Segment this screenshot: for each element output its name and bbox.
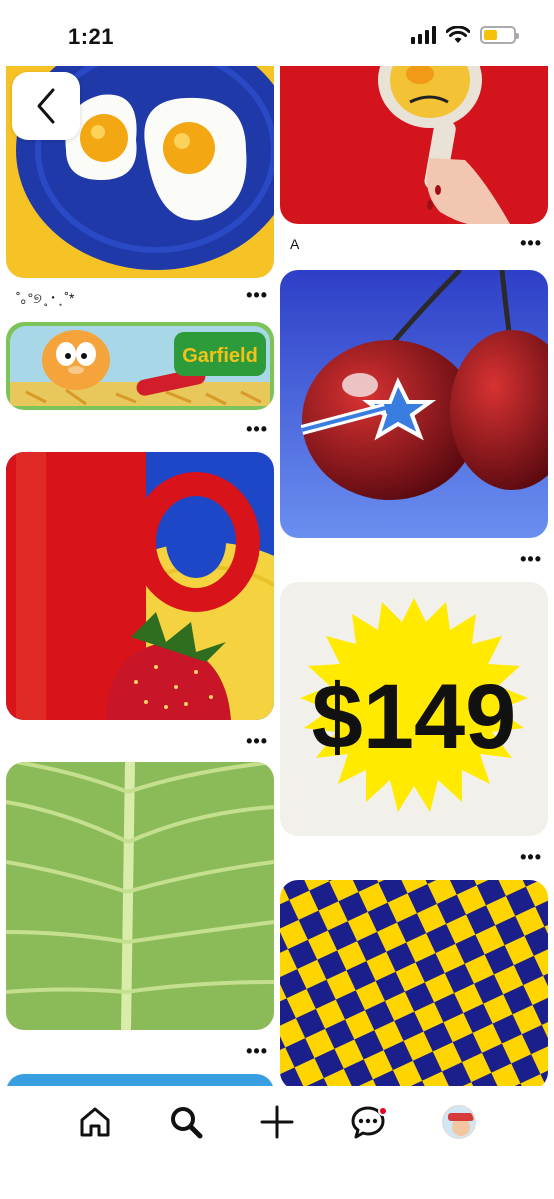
leaf-image bbox=[6, 762, 274, 1030]
garfield-logo-text: Garfield bbox=[182, 345, 258, 367]
status-time: 1:21 bbox=[68, 24, 115, 49]
more-options-button[interactable]: ••• bbox=[520, 550, 542, 568]
pin-hand-mirror[interactable] bbox=[280, 40, 548, 224]
more-options-button[interactable]: ••• bbox=[520, 848, 542, 866]
more-options-button[interactable]: ••• bbox=[520, 234, 542, 252]
plus-icon bbox=[260, 1105, 294, 1139]
nav-create[interactable] bbox=[251, 1096, 303, 1148]
pin-cherries[interactable] bbox=[280, 270, 548, 538]
nav-messages[interactable] bbox=[342, 1096, 394, 1148]
pin-red-mug-strawberry[interactable] bbox=[6, 452, 274, 720]
pin-meta-price: ••• bbox=[280, 846, 548, 872]
pin-garfield-banner[interactable]: Garfield bbox=[6, 322, 274, 410]
pin-meta-leaf: ••• bbox=[6, 1040, 274, 1066]
wifi-icon bbox=[446, 26, 470, 43]
avatar bbox=[441, 1105, 476, 1139]
price-tag-image: $149 bbox=[280, 582, 548, 836]
search-icon bbox=[171, 1107, 203, 1139]
back-button[interactable] bbox=[12, 72, 80, 140]
pin-meta-mirror: A ••• bbox=[280, 232, 548, 258]
notification-badge bbox=[377, 1106, 388, 1116]
chevron-left-icon bbox=[37, 88, 55, 124]
checkerboard-image bbox=[280, 880, 548, 1090]
pin-title: A bbox=[290, 236, 300, 252]
more-options-button[interactable]: ••• bbox=[246, 1042, 268, 1060]
more-options-button[interactable]: ••• bbox=[246, 420, 268, 438]
home-icon bbox=[80, 1107, 110, 1137]
pin-meta-cherries: ••• bbox=[280, 548, 548, 574]
battery-icon bbox=[480, 26, 519, 44]
price-text: $149 bbox=[312, 666, 517, 768]
pin-title: ˚｡°୭ ̥ ･ ͙ ˚* bbox=[16, 290, 75, 306]
pin-meta-mug: ••• bbox=[6, 730, 274, 756]
pin-price-tag[interactable]: $149 bbox=[280, 582, 548, 836]
nav-home[interactable] bbox=[69, 1096, 121, 1148]
mug-image bbox=[6, 452, 274, 720]
pin-meta-garfield: ••• bbox=[6, 418, 274, 444]
status-bar: 1:21 bbox=[0, 0, 554, 66]
pin-checkerboard[interactable] bbox=[280, 880, 548, 1090]
bottom-navigation bbox=[0, 1086, 554, 1199]
more-options-button[interactable]: ••• bbox=[246, 286, 268, 304]
mirror-image bbox=[280, 40, 548, 224]
garfield-image: Garfield bbox=[6, 322, 274, 410]
nav-search[interactable] bbox=[160, 1096, 212, 1148]
pin-green-leaf[interactable] bbox=[6, 762, 274, 1030]
more-options-button[interactable]: ••• bbox=[246, 732, 268, 750]
pin-meta-eggs: ˚｡°୭ ̥ ･ ͙ ˚* ••• bbox=[6, 284, 274, 310]
cellular-signal-icon bbox=[411, 26, 436, 44]
nav-profile[interactable] bbox=[433, 1096, 485, 1148]
status-icons bbox=[411, 26, 519, 44]
cherries-image bbox=[280, 270, 548, 538]
